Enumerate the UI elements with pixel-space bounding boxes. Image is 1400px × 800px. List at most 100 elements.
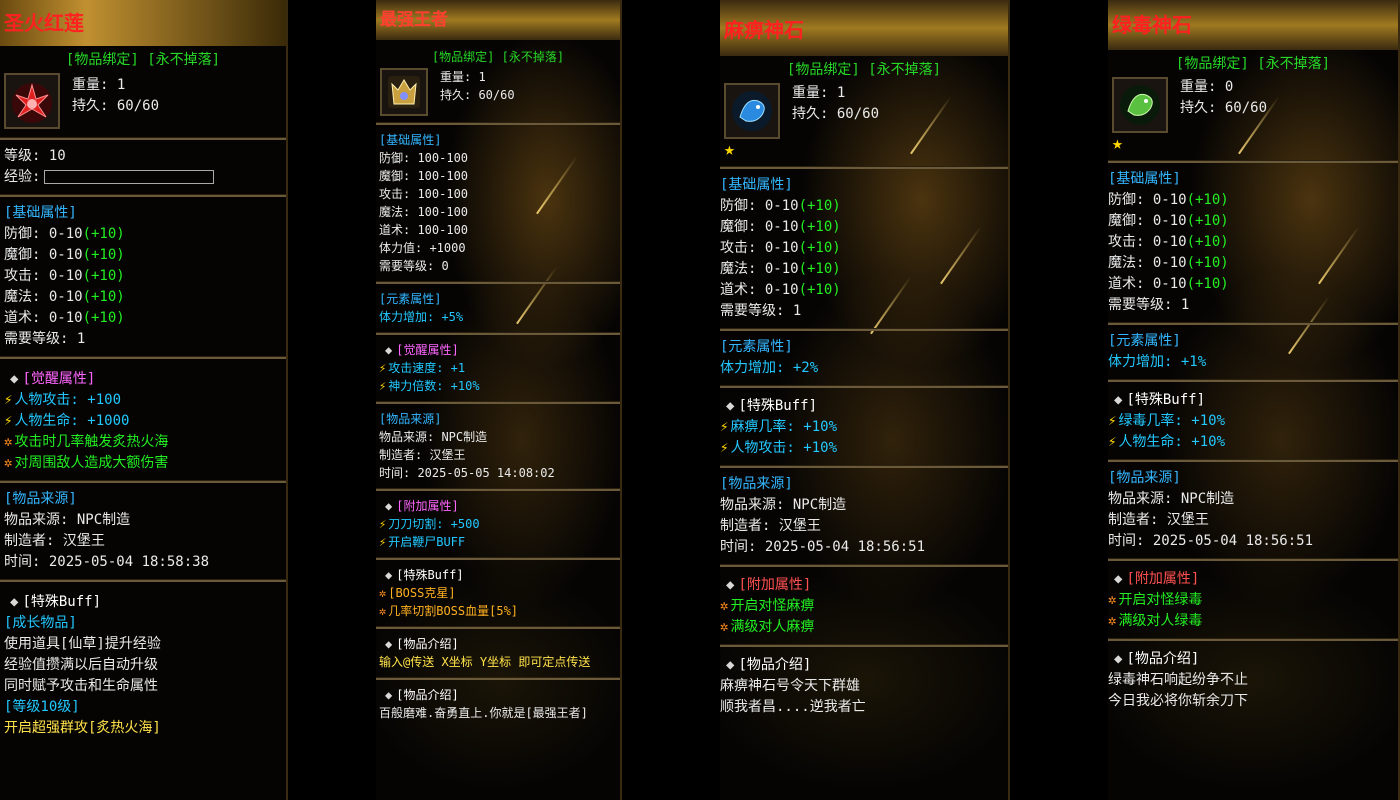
grow-heading: [成长物品] [4,615,77,631]
gear-icon: ✲ [4,455,13,471]
source-line: 物品来源: NPC制造 [720,497,847,513]
required-level: 需要等级: 1 [4,331,86,347]
stat-magic-defense: 魔御: 0-10(+10) [720,219,841,235]
diamond-icon: ◆ [726,398,735,414]
lightning-icon: ⚡ [379,379,387,393]
special-line: ✲ 几率切割BOSS血量[5%] [379,604,519,618]
gear-icon: ✲ [1108,592,1117,608]
intro-line: 顺我者昌....逆我者亡 [720,699,866,715]
awake-attr: ⚡ 人物生命: +1000 [4,413,130,429]
weight: 重量: 1 [440,70,486,84]
awake-heading: ◆ [觉醒属性] [385,343,459,357]
source-line: 制造者: 汉堡王 [720,518,821,534]
divider [0,480,286,483]
green-dragon-stone-icon[interactable] [1112,77,1168,133]
lotus-icon[interactable] [4,73,60,129]
divider [1108,379,1398,382]
intro-line: 输入@传送 X坐标 Y坐标 即可定点传送 [379,655,591,669]
diamond-icon: ◆ [385,688,393,702]
item-title: 绿毒神石 [1108,0,1398,50]
divider [1108,459,1398,462]
source-line: 制造者: 汉堡王 [4,533,105,549]
element-heading: [元素属性] [720,339,793,355]
divider [720,385,1008,388]
lightning-icon: ⚡ [4,413,13,429]
stat-taoism: 道术: 0-10(+10) [1108,276,1229,292]
stat-attack: 攻击: 0-10(+10) [1108,234,1229,250]
source-line: 制造者: 汉堡王 [1108,512,1209,528]
diamond-icon: ◆ [726,577,735,593]
stat-magic-defense: 魔御: 0-10(+10) [4,247,125,263]
item-tooltip-green-poison-stone: 绿毒神石 [物品绑定] [永不掉落] 重量: 0 持久: 60/60 ★ [基础… [1108,0,1400,800]
divider [376,122,620,125]
item-tooltip-paralysis-stone: 麻痹神石 [物品绑定] [永不掉落] 重量: 1 持久: 60/60 ★ [基础… [720,0,1010,800]
element-line: 体力增加: +1% [1108,354,1207,370]
extra-line: ✲ 满级对人绿毒 [1108,613,1203,629]
awake-attr: ⚡ 神力倍数: +10% [379,379,480,393]
intro-heading: ◆ [物品介绍] [385,688,459,702]
intro-line: 今日我必将你斩余刀下 [1108,693,1248,709]
bind-status: [物品绑定] [永不掉落] [65,52,221,68]
stat-defense: 防御: 0-10(+10) [1108,192,1229,208]
lightning-icon: ⚡ [1108,413,1117,429]
grow-line: 同时赋予攻击和生命属性 [4,678,158,694]
diamond-icon: ◆ [385,343,393,357]
extra-attr: ⚡ 开启鞭尸BUFF [379,535,466,549]
stat-defense: 防御: 0-10(+10) [720,198,841,214]
lightning-icon: ⚡ [720,419,729,435]
divider [376,488,620,491]
lightning-icon: ⚡ [379,361,387,375]
special-buff-heading: ◆ [特殊Buff] [385,568,464,582]
extra-heading: ◆ [附加属性] [1114,571,1200,587]
diamond-icon: ◆ [1114,651,1123,667]
lightning-icon: ⚡ [379,517,387,531]
intro-heading: ◆ [物品介绍] [385,637,459,651]
special-buff-heading: ◆ [特殊Buff] [726,398,818,414]
level: 等级: 10 [4,148,66,164]
exp-bar [44,170,215,184]
divider [0,356,286,359]
diamond-icon: ◆ [385,499,393,513]
source-line: 物品来源: NPC制造 [4,512,131,528]
divider [376,401,620,404]
element-line: 体力增加: +2% [720,360,819,376]
required-level: 需要等级: 1 [1108,297,1190,313]
crown-armor-icon[interactable] [380,68,428,116]
divider [1108,322,1398,325]
stat-magic: 魔法: 0-10(+10) [720,261,841,277]
special-buff-heading: ◆ [特殊Buff] [10,594,102,610]
stat-magic-defense: 魔御: 0-10(+10) [1108,213,1229,229]
weight: 重量: 0 [1180,79,1234,95]
special-line: ⚡ 绿毒几率: +10% [1108,413,1226,429]
divider [720,564,1008,567]
extra-heading: ◆ [附加属性] [385,499,459,513]
divider [1108,558,1398,561]
intro-line: 百般磨难.奋勇直上.你就是[最强王者] [379,706,588,720]
gear-icon: ✲ [379,586,387,600]
stat-attack: 攻击: 0-10(+10) [720,240,841,256]
stat-attack: 攻击: 100-100 [379,187,469,201]
special-line: ⚡ 人物攻击: +10% [720,440,838,456]
star-icon: ★ [1112,133,1123,154]
level-effect: 开启超强群攻[炙热火海] [4,720,161,736]
lightning-icon: ⚡ [379,535,387,549]
source-line: 时间: 2025-05-04 18:56:51 [720,539,926,555]
gear-icon: ✲ [1108,613,1117,629]
divider [720,644,1008,647]
item-tooltip-holy-fire-lotus: 圣火红莲 [物品绑定] [永不掉落] 重量: 1 持久: 60/60 等级: 1… [0,0,288,800]
diamond-icon: ◆ [1114,571,1123,587]
special-line: ✲ [BOSS克星] [379,586,456,600]
blue-dragon-stone-icon[interactable] [724,83,780,139]
awake-effect: ✲ 对周围敌人造成大额伤害 [4,455,169,471]
item-title: 圣火红莲 [0,0,286,46]
source-line: 物品来源: NPC制造 [379,430,488,444]
source-line: 物品来源: NPC制造 [1108,491,1235,507]
awake-heading: ◆ [觉醒属性] [10,371,96,387]
weight: 重量: 1 [792,85,846,101]
level-heading: [等级10级] [4,699,80,715]
stat-attack: 攻击: 0-10(+10) [4,268,125,284]
grow-line: 经验值攒满以后自动升级 [4,657,158,673]
diamond-icon: ◆ [10,594,19,610]
source-line: 时间: 2025-05-04 18:56:51 [1108,533,1314,549]
stat-magic-defense: 魔御: 100-100 [379,169,469,183]
